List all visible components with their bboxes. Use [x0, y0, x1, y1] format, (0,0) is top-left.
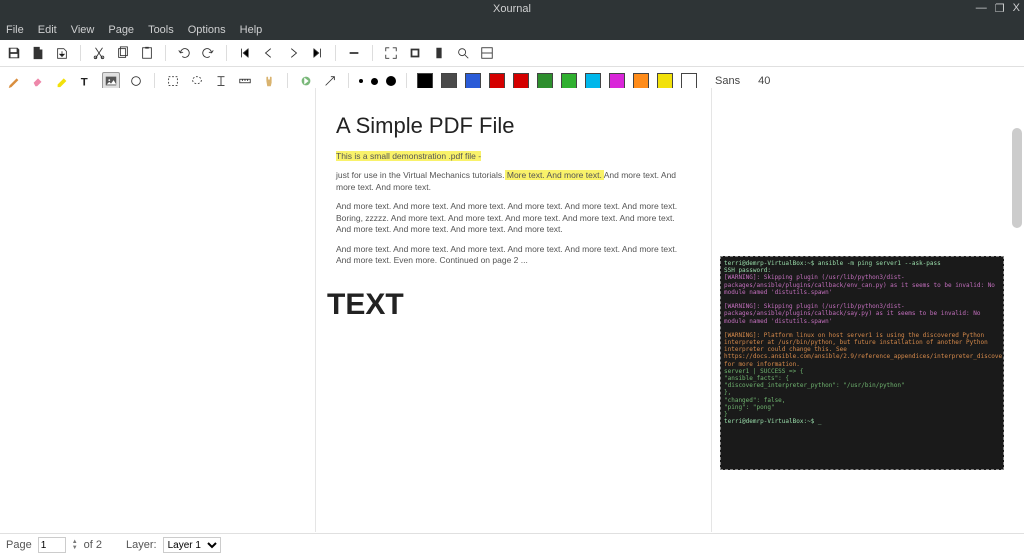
layer-label: Layer: — [126, 539, 157, 551]
menu-page[interactable]: Page — [108, 24, 134, 36]
color-black[interactable] — [417, 73, 433, 89]
layer-select[interactable]: Layer 1 — [163, 537, 221, 553]
color-lightgreen[interactable] — [561, 73, 577, 89]
page-of-label: of 2 — [84, 539, 102, 551]
arrow-tool-icon[interactable] — [322, 73, 338, 89]
undo-icon[interactable] — [176, 45, 192, 61]
zoom-in-icon[interactable] — [455, 45, 471, 61]
last-page-icon[interactable] — [309, 45, 325, 61]
scrollbar[interactable] — [1012, 128, 1022, 228]
menubar: File Edit View Page Tools Options Help — [0, 20, 1024, 40]
maximize-icon[interactable]: ❐ — [995, 2, 1005, 15]
titlebar: Xournal — ❐ X — [0, 0, 1024, 20]
doc-p4: And more text. And more text. And more t… — [336, 244, 691, 267]
menu-tools[interactable]: Tools — [148, 24, 174, 36]
menu-help[interactable]: Help — [240, 24, 263, 36]
eraser-tool-icon[interactable] — [30, 73, 46, 89]
statusbar: Page ▲▼ of 2 Layer: Layer 1 — [0, 533, 1024, 556]
annotation-text[interactable]: TEXT — [327, 288, 404, 322]
menu-view[interactable]: View — [71, 24, 95, 36]
svg-text:T: T — [81, 76, 88, 88]
font-name[interactable]: Sans — [715, 75, 740, 87]
hand-tool-icon[interactable] — [261, 73, 277, 89]
toggle-icon[interactable] — [479, 45, 495, 61]
cut-icon[interactable] — [91, 45, 107, 61]
menu-file[interactable]: File — [6, 24, 24, 36]
page-number-input[interactable] — [38, 537, 66, 553]
shape-tool-icon[interactable] — [128, 73, 144, 89]
color-orange[interactable] — [633, 73, 649, 89]
color-red[interactable] — [489, 73, 505, 89]
page-label: Page — [6, 539, 32, 551]
color-gray[interactable] — [441, 73, 457, 89]
toolbar-main — [0, 40, 1024, 67]
color-magenta[interactable] — [609, 73, 625, 89]
color-cyan[interactable] — [585, 73, 601, 89]
save-icon[interactable] — [6, 45, 22, 61]
first-page-icon[interactable] — [237, 45, 253, 61]
next-page-icon[interactable] — [285, 45, 301, 61]
pen-tool-icon[interactable] — [6, 73, 22, 89]
redo-icon[interactable] — [200, 45, 216, 61]
doc-title: A Simple PDF File — [336, 113, 711, 139]
close-icon[interactable]: X — [1013, 2, 1020, 15]
menu-options[interactable]: Options — [188, 24, 226, 36]
copy-icon[interactable] — [115, 45, 131, 61]
select-lasso-tool-icon[interactable] — [189, 73, 205, 89]
doc-p3: And more text. And more text. And more t… — [336, 201, 691, 235]
zoom-page-icon[interactable] — [431, 45, 447, 61]
default-tool-icon[interactable] — [298, 73, 314, 89]
color-green[interactable] — [537, 73, 553, 89]
zoom-fit-icon[interactable] — [407, 45, 423, 61]
paste-icon[interactable] — [139, 45, 155, 61]
doc-p1: This is a small demonstration .pdf file … — [336, 151, 691, 162]
color-red2[interactable] — [513, 73, 529, 89]
new-icon[interactable] — [30, 45, 46, 61]
text-tool-icon[interactable]: T — [78, 73, 94, 89]
zoom-out-icon[interactable] — [346, 45, 362, 61]
window-controls: — ❐ X — [976, 2, 1020, 15]
app-title: Xournal — [0, 3, 1024, 15]
thickness-thick[interactable] — [386, 76, 396, 86]
doc-p2: just for use in the Virtual Mechanics tu… — [336, 170, 691, 193]
minimize-icon[interactable]: — — [976, 2, 987, 15]
pasted-image-terminal[interactable]: terri@demrp-VirtualBox:~$ ansible -m pin… — [720, 256, 1004, 470]
thickness-medium[interactable] — [371, 78, 378, 85]
color-yellow[interactable] — [657, 73, 673, 89]
font-size[interactable]: 40 — [758, 75, 770, 87]
ruler-tool-icon[interactable] — [237, 73, 253, 89]
select-rect-tool-icon[interactable] — [165, 73, 181, 89]
color-white[interactable] — [681, 73, 697, 89]
highlighter-tool-icon[interactable] — [54, 73, 70, 89]
thickness-fine[interactable] — [359, 79, 363, 83]
page-spinner[interactable]: ▲▼ — [72, 539, 78, 551]
canvas[interactable]: A Simple PDF File This is a small demons… — [0, 88, 1024, 532]
vspace-tool-icon[interactable] — [213, 73, 229, 89]
prev-page-icon[interactable] — [261, 45, 277, 61]
menu-edit[interactable]: Edit — [38, 24, 57, 36]
color-blue[interactable] — [465, 73, 481, 89]
open-icon[interactable] — [54, 45, 70, 61]
fullscreen-icon[interactable] — [383, 45, 399, 61]
